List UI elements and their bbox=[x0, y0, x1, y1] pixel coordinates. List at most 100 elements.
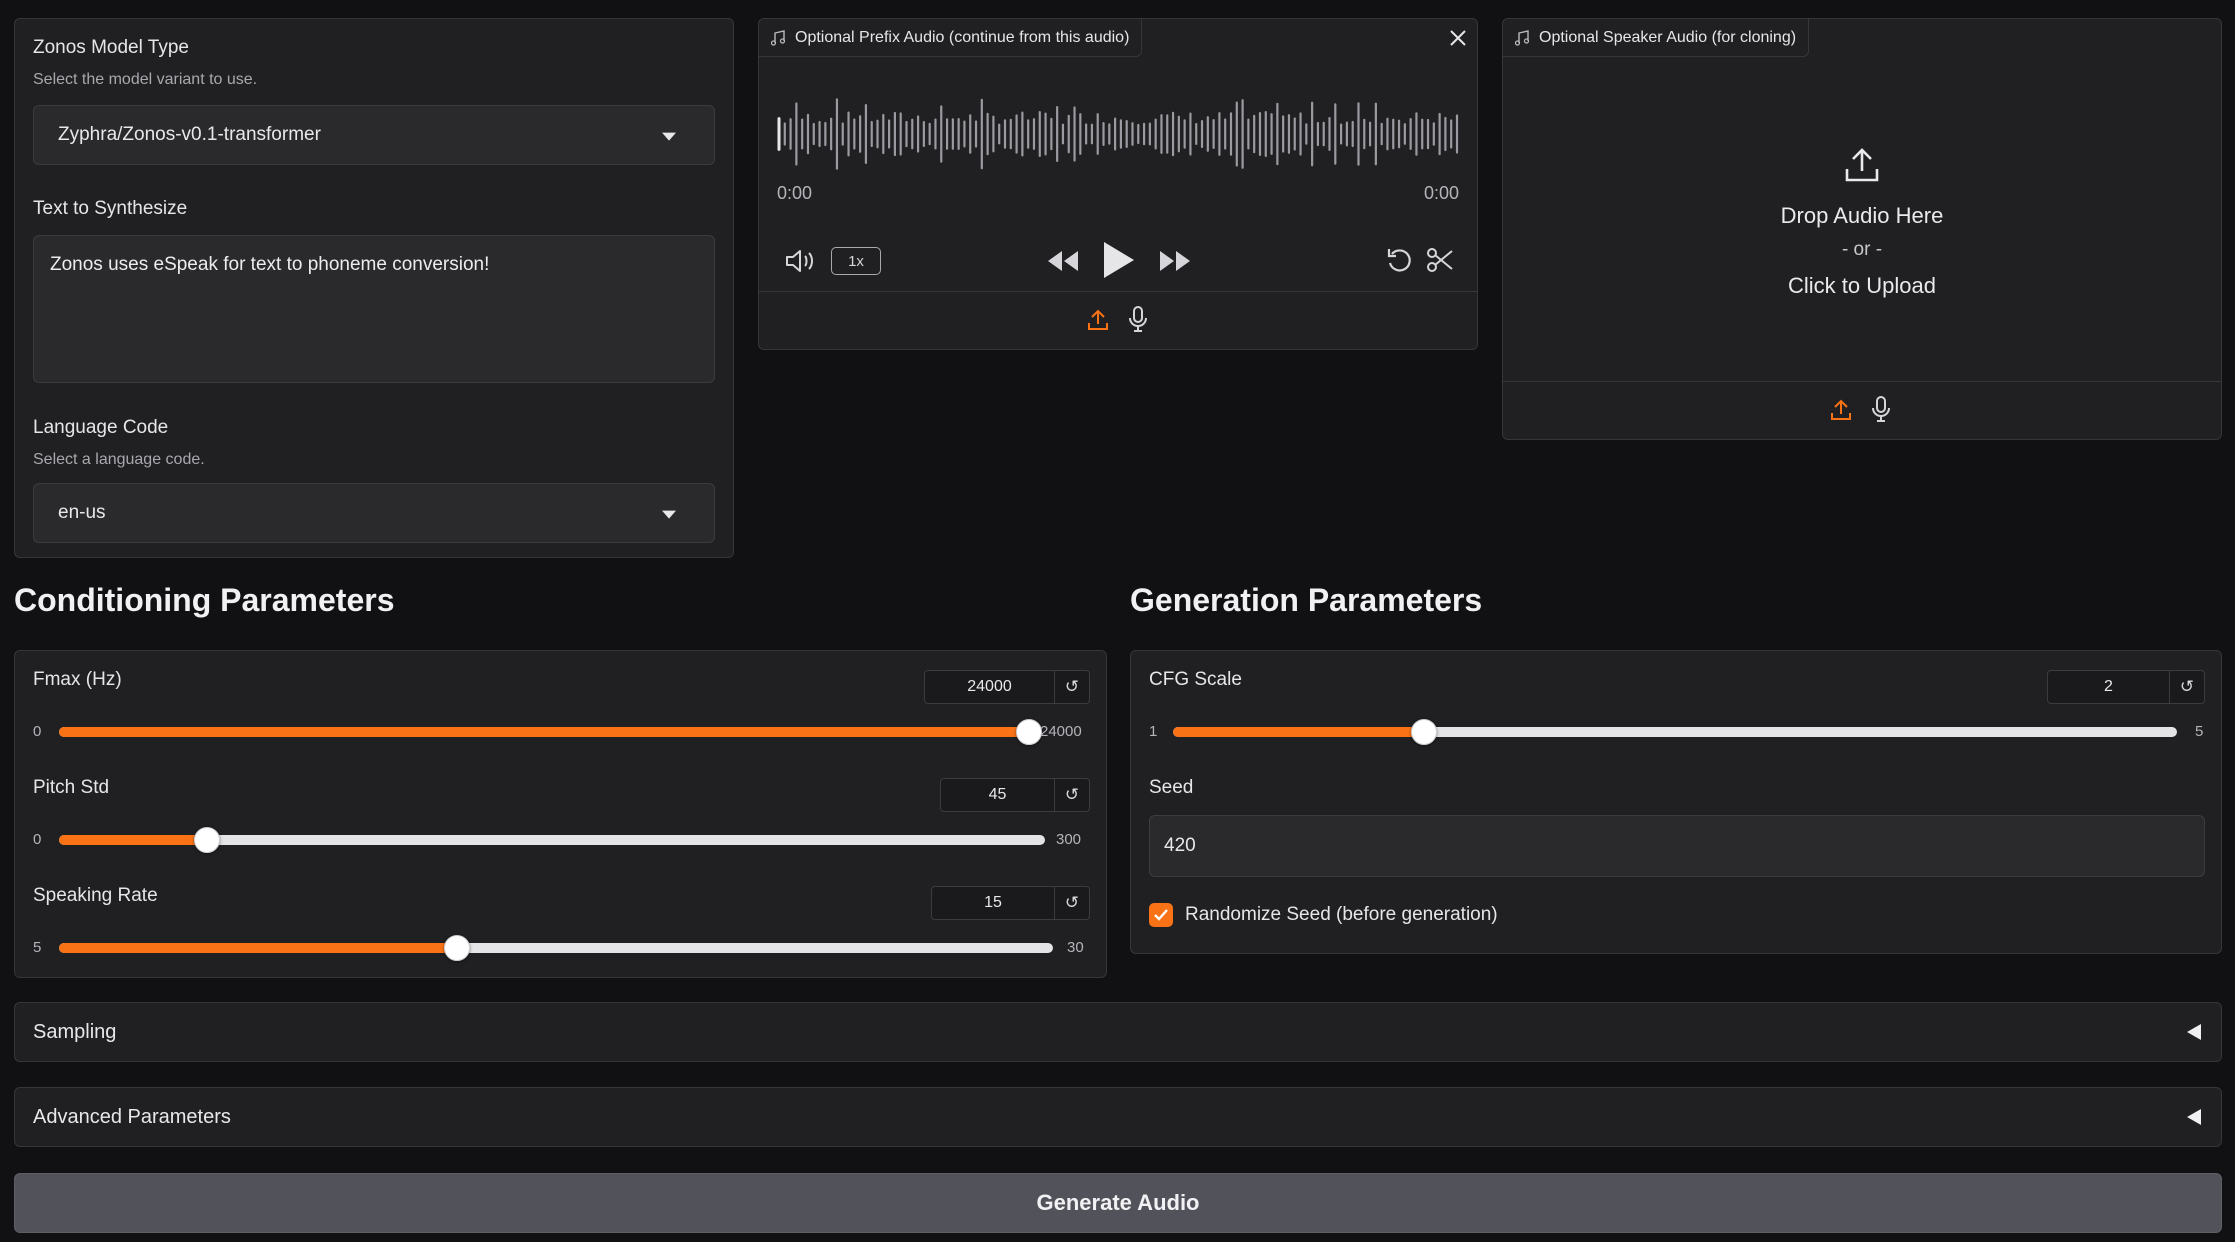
rewind-button[interactable] bbox=[1043, 241, 1083, 281]
slider-thumb[interactable] bbox=[1016, 719, 1042, 745]
cfg-scale-value[interactable]: 2 bbox=[2048, 671, 2170, 703]
scissors-icon bbox=[1427, 248, 1453, 272]
playback-speed-button[interactable]: 1x bbox=[831, 247, 881, 275]
pitch-std-label: Pitch Std bbox=[33, 777, 110, 798]
speaking-rate-label: Speaking Rate bbox=[33, 885, 158, 906]
speaking-rate-max: 30 bbox=[1067, 939, 1084, 956]
speaker-audio-tab: Optional Speaker Audio (for cloning) bbox=[1503, 19, 1810, 57]
reset-icon[interactable]: ↺ bbox=[2170, 671, 2204, 703]
model-settings-panel: Zonos Model Type Select the model varian… bbox=[14, 18, 734, 558]
fmax-slider[interactable] bbox=[59, 719, 1042, 745]
slider-fill bbox=[1173, 727, 1424, 737]
upload-icon bbox=[1845, 148, 1879, 182]
pitch-std-slider[interactable] bbox=[59, 827, 1045, 853]
sampling-label: Sampling bbox=[33, 1020, 117, 1043]
pitch-std-max: 300 bbox=[1056, 831, 1082, 848]
upload-icon bbox=[1088, 309, 1108, 330]
trim-button[interactable] bbox=[1423, 243, 1457, 277]
play-button[interactable] bbox=[1097, 235, 1141, 285]
model-type-info: Select the model variant to use. bbox=[33, 71, 258, 88]
divider bbox=[1503, 381, 2221, 382]
waveform[interactable] bbox=[775, 89, 1461, 179]
chevron-down-icon bbox=[662, 132, 676, 141]
reset-icon[interactable]: ↺ bbox=[1055, 671, 1089, 703]
fmax-min: 0 bbox=[33, 723, 42, 740]
fast-forward-button[interactable] bbox=[1155, 241, 1195, 281]
conditioning-panel: Fmax (Hz) 24000 ↺ 0 24000 Pitch Std 45 ↺… bbox=[14, 650, 1107, 978]
time-total: 0:00 bbox=[1423, 183, 1459, 203]
slider-thumb[interactable] bbox=[1411, 719, 1437, 745]
language-label: Language Code bbox=[33, 417, 169, 438]
speaking-rate-min: 5 bbox=[33, 939, 42, 956]
microphone-button[interactable] bbox=[1123, 303, 1153, 335]
sampling-accordion[interactable]: Sampling bbox=[14, 1002, 2222, 1062]
upload-button[interactable] bbox=[1826, 395, 1856, 425]
microphone-button[interactable] bbox=[1866, 393, 1896, 425]
speaker-audio-panel: Optional Speaker Audio (for cloning) Dro… bbox=[1502, 18, 2222, 440]
click-upload-text: Click to Upload bbox=[1788, 273, 1936, 298]
close-icon bbox=[1450, 30, 1466, 46]
undo-icon bbox=[1387, 249, 1411, 272]
generation-title: Generation Parameters bbox=[1130, 582, 1483, 618]
cfg-scale-label: CFG Scale bbox=[1149, 669, 1242, 690]
generation-panel: CFG Scale 2 ↺ 1 5 Seed 420 Randomize See… bbox=[1130, 650, 2222, 954]
text-input[interactable]: Zonos uses eSpeak for text to phoneme co… bbox=[33, 235, 715, 383]
slider-thumb[interactable] bbox=[443, 935, 470, 961]
generate-audio-button[interactable]: Generate Audio bbox=[14, 1173, 2222, 1233]
reset-icon[interactable]: ↺ bbox=[1055, 779, 1089, 811]
close-button[interactable] bbox=[1443, 23, 1473, 53]
or-text: - or - bbox=[1841, 239, 1883, 260]
cfg-scale-slider[interactable] bbox=[1173, 719, 2177, 745]
model-type-dropdown[interactable]: Zyphra/Zonos-v0.1-transformer bbox=[33, 105, 715, 165]
speaking-rate-number-input[interactable]: 15 ↺ bbox=[931, 886, 1090, 920]
language-info: Select a language code. bbox=[33, 451, 205, 468]
language-value: en-us bbox=[58, 502, 106, 523]
language-dropdown[interactable]: en-us bbox=[33, 483, 715, 543]
slider-fill bbox=[59, 835, 207, 845]
prefix-audio-panel: Optional Prefix Audio (continue from thi… bbox=[758, 18, 1478, 350]
slider-thumb[interactable] bbox=[193, 827, 220, 853]
collapse-arrow-icon bbox=[2187, 1024, 2201, 1040]
upload-icon bbox=[1831, 399, 1851, 420]
fast-forward-icon bbox=[1160, 251, 1190, 271]
randomize-seed-label[interactable]: Randomize Seed (before generation) bbox=[1185, 904, 1498, 926]
slider-fill bbox=[59, 943, 457, 953]
randomize-seed-checkbox[interactable] bbox=[1149, 903, 1173, 927]
time-current: 0:00 bbox=[777, 183, 813, 203]
upload-button[interactable] bbox=[1083, 305, 1113, 335]
rewind-icon bbox=[1048, 251, 1078, 271]
speaking-rate-value[interactable]: 15 bbox=[932, 887, 1055, 919]
seed-label: Seed bbox=[1149, 777, 1194, 798]
playback-speed-value: 1x bbox=[848, 252, 864, 270]
fmax-number-input[interactable]: 24000 ↺ bbox=[924, 670, 1090, 704]
pitch-std-value[interactable]: 45 bbox=[941, 779, 1055, 811]
slider-fill bbox=[59, 727, 1029, 737]
reset-audio-button[interactable] bbox=[1383, 243, 1417, 277]
fmax-value[interactable]: 24000 bbox=[925, 671, 1055, 703]
prefix-audio-tab: Optional Prefix Audio (continue from thi… bbox=[759, 19, 1143, 57]
cfg-scale-max: 5 bbox=[2195, 723, 2204, 740]
music-note-icon bbox=[771, 29, 785, 46]
pitch-std-number-input[interactable]: 45 ↺ bbox=[940, 778, 1090, 812]
chevron-down-icon bbox=[662, 510, 676, 519]
speaking-rate-slider[interactable] bbox=[59, 935, 1053, 961]
advanced-label: Advanced Parameters bbox=[33, 1105, 231, 1128]
volume-icon bbox=[786, 250, 813, 272]
seed-input[interactable]: 420 bbox=[1149, 815, 2205, 877]
speaker-audio-label: Optional Speaker Audio (for cloning) bbox=[1539, 28, 1797, 46]
conditioning-title: Conditioning Parameters bbox=[14, 582, 395, 618]
volume-button[interactable] bbox=[783, 243, 819, 279]
divider bbox=[759, 291, 1477, 292]
advanced-accordion[interactable]: Advanced Parameters bbox=[14, 1087, 2222, 1147]
reset-icon[interactable]: ↺ bbox=[1055, 887, 1089, 919]
model-type-label: Zonos Model Type bbox=[33, 37, 189, 58]
pitch-std-min: 0 bbox=[33, 831, 42, 848]
drop-audio-text: Drop Audio Here bbox=[1780, 203, 1944, 228]
text-label: Text to Synthesize bbox=[33, 198, 188, 219]
microphone-icon bbox=[1129, 306, 1147, 332]
fmax-max: 24000 bbox=[1040, 723, 1082, 740]
music-note-icon bbox=[1515, 29, 1529, 46]
cfg-scale-number-input[interactable]: 2 ↺ bbox=[2047, 670, 2205, 704]
upload-dropzone[interactable]: Drop Audio Here - or - Click to Upload bbox=[1503, 59, 2221, 379]
collapse-arrow-icon bbox=[2187, 1109, 2201, 1125]
